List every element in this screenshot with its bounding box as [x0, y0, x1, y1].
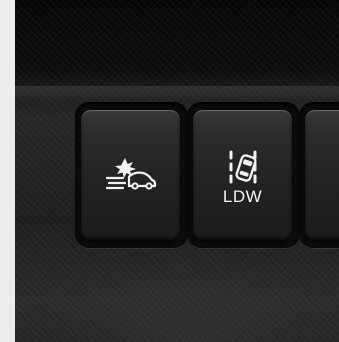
- lane-departure-icon: [227, 150, 261, 190]
- dashboard-switch-panel: LDW: [15, 0, 339, 342]
- partial-switch-button[interactable]: [305, 110, 339, 240]
- collision-warning-icon: [105, 156, 157, 192]
- ldw-label: LDW: [222, 187, 263, 206]
- panel-ledge: [15, 86, 339, 102]
- forward-collision-button[interactable]: [81, 110, 180, 240]
- lane-departure-warning-button[interactable]: LDW: [193, 110, 292, 240]
